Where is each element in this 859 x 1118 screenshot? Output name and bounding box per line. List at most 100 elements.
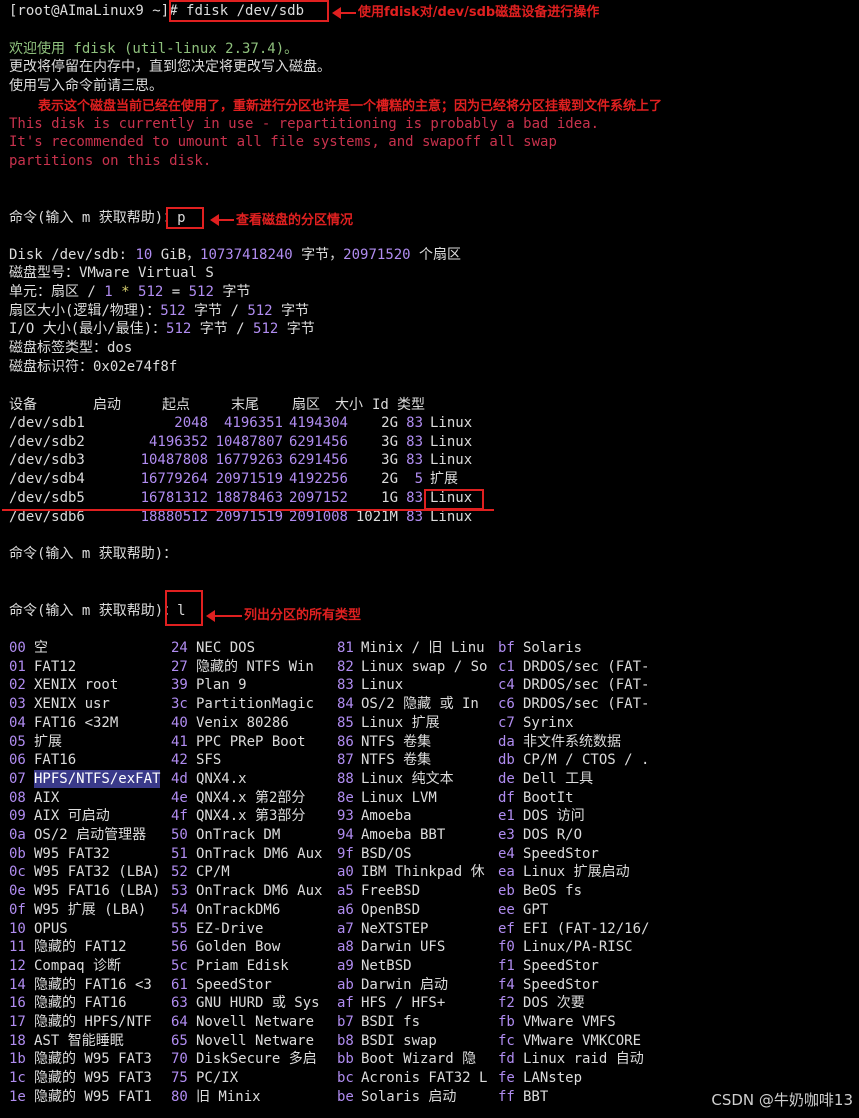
type-name: EZ-Drive [196, 920, 264, 937]
warning-line-3: partitions on this disk. [9, 153, 212, 169]
type-name: NeXTSTEP [361, 920, 429, 937]
type-name: Acronis FAT32 L [361, 1070, 488, 1087]
type-name: SpeedStor [523, 976, 599, 993]
type-code: c6 [498, 696, 515, 713]
type-name: PPC PReP Boot [196, 733, 306, 750]
sector-a: 512 [160, 303, 186, 319]
table-row-size: 1G [381, 489, 398, 506]
type-code: 55 [171, 920, 188, 937]
annotation-l: 列出分区的所有类型 [244, 608, 362, 623]
sector-mid: 字节 / [185, 303, 248, 319]
type-code: 12 [9, 957, 26, 974]
type-code: c7 [498, 714, 515, 731]
type-code: a8 [337, 939, 354, 956]
type-code: 10 [9, 920, 26, 937]
type-code: 41 [171, 733, 188, 750]
type-name: 隐藏的 NTFS Win [196, 658, 314, 675]
warning-line-2: It's recommended to umount all file syst… [9, 134, 557, 150]
type-name: QNX4.x [196, 770, 247, 787]
table-row-start: 2048 [174, 415, 208, 431]
type-code: e1 [498, 808, 515, 825]
type-name: SFS [196, 752, 222, 769]
type-code: 05 [9, 733, 26, 750]
command-prompt-label: 命令(输入 m 获取帮助)： [9, 210, 178, 226]
type-name: Linux [361, 677, 404, 694]
fdisk-command-highlight-box [169, 0, 329, 22]
type-name: SpeedStor [523, 957, 599, 974]
sector-label: 扇区大小(逻辑/物理)： [9, 303, 161, 319]
units-mul: * [112, 284, 139, 300]
type-name: FAT16 <32M [34, 714, 119, 731]
type-name: GNU HURD 或 Sys [196, 995, 320, 1012]
type-name: BSD/OS [361, 845, 412, 862]
table-row-start: 4196352 [148, 433, 208, 450]
table-header-3: 末尾 [231, 397, 259, 413]
type-code: 88 [337, 770, 354, 787]
type-code: ff [498, 1088, 515, 1105]
type-name: DOS 访问 [523, 808, 585, 825]
type-code: 11 [9, 939, 26, 956]
watermark: CSDN @牛奶咖啡13 [711, 1091, 853, 1109]
type-code: 4e [171, 789, 188, 806]
type-name: NTFS 卷集 [361, 752, 432, 769]
disk-size-line: Disk /dev/sdb: 10 GiB，10737418240 字节，209… [9, 246, 461, 264]
type-code: 64 [171, 1014, 188, 1030]
type-name: Solaris [523, 640, 583, 656]
type-name: LANstep [523, 1070, 583, 1087]
type-name: VMware VMKCORE [523, 1032, 642, 1049]
type-name: OnTrack DM6 Aux [196, 883, 323, 900]
type-name: Amoeba [361, 808, 412, 825]
type-name: OS/2 隐藏 或 In [361, 696, 479, 713]
table-row-id: 83 [406, 415, 423, 431]
type-name: W95 FAT16 (LBA) [34, 883, 161, 900]
type-code: 8e [337, 789, 354, 806]
terminal-window[interactable]: { "prompt": {"text": "[root@AImaLinux9 ~… [0, 0, 859, 1118]
type-name: Venix 80286 [196, 714, 289, 731]
table-row-end: 4196351 [223, 415, 283, 431]
table-row-sectors: 4192256 [288, 471, 348, 488]
type-name: Minix / 旧 Linu [361, 640, 485, 656]
arrow-icon [332, 7, 356, 19]
type-code: 80 [171, 1088, 188, 1105]
type-name: 非文件系统数据 [523, 733, 621, 750]
type-code: 17 [9, 1014, 26, 1030]
command-l-highlight-box [165, 590, 203, 626]
type-code: 0c [9, 864, 26, 881]
sector-unit: 字节 [272, 303, 310, 319]
type-code: a9 [337, 957, 354, 974]
type-code: 54 [171, 901, 188, 918]
disk-size-gib: 10 [135, 247, 153, 263]
type-code: 06 [9, 752, 26, 769]
type-code: 70 [171, 1051, 188, 1068]
type-code: bb [337, 1051, 354, 1068]
table-row-type: Linux [430, 452, 473, 469]
type-name: Linux LVM [361, 789, 437, 806]
type-code: da [498, 733, 515, 750]
table-header-1: 启动 [93, 397, 121, 413]
type-name: Plan 9 [196, 677, 247, 694]
type-code: fb [498, 1014, 515, 1030]
type-name: BeOS fs [523, 883, 583, 900]
disk-units-line: 单元：扇区 / 1 * 512 = 512 字节 [9, 283, 250, 301]
units-512a: 512 [138, 284, 164, 300]
type-name: NetBSD [361, 957, 412, 974]
type-code: de [498, 770, 515, 787]
type-name: SpeedStor [196, 976, 272, 993]
units-label: 单元：扇区 / [9, 284, 105, 300]
type-name: Boot Wizard 隐 [361, 1051, 477, 1068]
type-code: db [498, 752, 515, 769]
table-row-id: 83 [406, 433, 423, 450]
welcome-line-1: 欢迎使用 fdisk (util-linux 2.37.4)。 [9, 41, 299, 57]
type-code: c4 [498, 677, 515, 694]
table-header-6: Id [372, 397, 389, 413]
type-name: Linux raid 自动 [523, 1051, 644, 1068]
type-name: 隐藏的 FAT16 [34, 995, 127, 1012]
type-code: 63 [171, 995, 188, 1012]
type-code: 24 [171, 640, 188, 656]
type-code: be [337, 1088, 354, 1105]
type-code: 1c [9, 1070, 26, 1087]
io-unit: 字节 [278, 321, 315, 337]
command-prompt-empty: 命令(输入 m 获取帮助)： [9, 546, 178, 562]
type-code: ea [498, 864, 515, 881]
type-name: DRDOS/sec (FAT- [523, 696, 650, 713]
